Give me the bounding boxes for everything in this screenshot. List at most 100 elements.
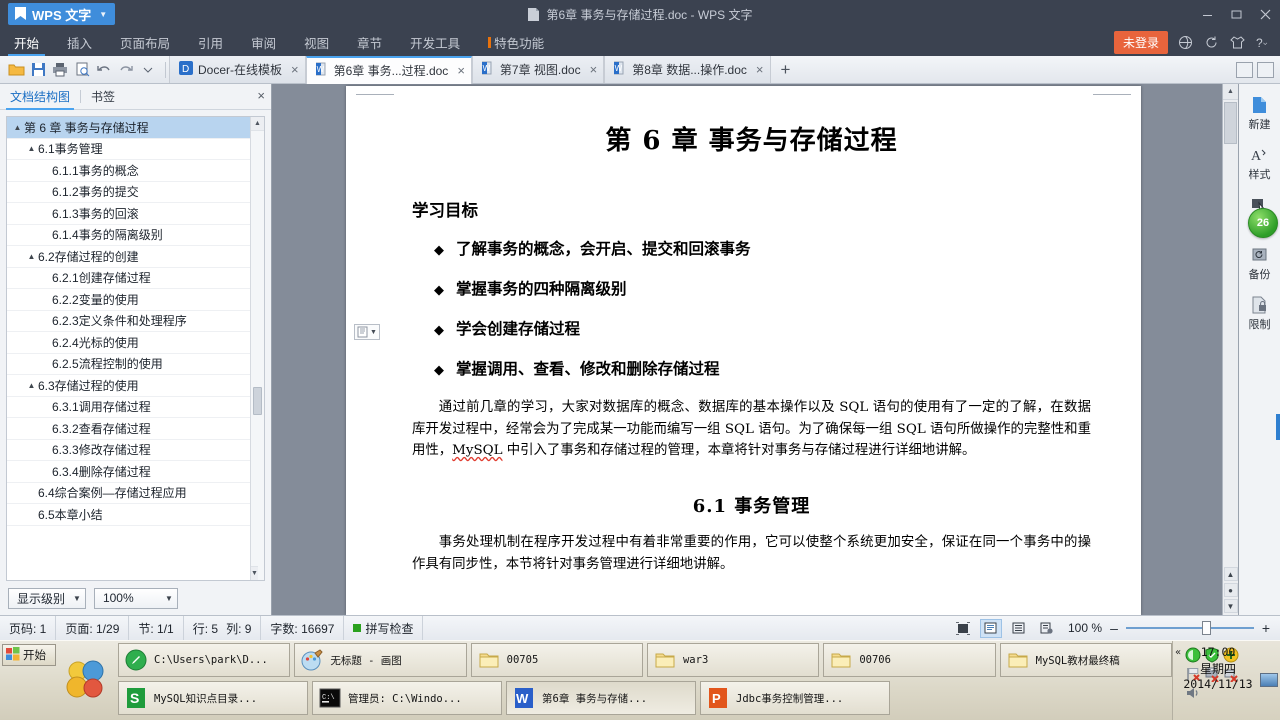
doc-tab-docer[interactable]: D Docer-在线模板 × — [169, 56, 306, 83]
show-desktop-button[interactable] — [1260, 673, 1278, 687]
status-page-number[interactable]: 页码: 1 — [0, 616, 56, 640]
tree-item-6-4[interactable]: 6.4综合案例—存储过程应用 — [7, 483, 250, 505]
expand-arrow-icon[interactable]: ▲ — [25, 252, 38, 261]
refresh-icon[interactable] — [1202, 33, 1220, 51]
task-button-folder-00706[interactable]: 00706 — [823, 643, 995, 677]
document-page[interactable]: ▼ 第 6 章 事务与存储过程 学习目标 ◆ 了解事务的概念，会开启、提交和回滚… — [346, 86, 1141, 615]
task-button-folder-war3[interactable]: war3 — [647, 643, 819, 677]
ribbon-tab-review[interactable]: 审阅 — [237, 28, 290, 56]
outline-view-button[interactable] — [1008, 619, 1030, 638]
tree-item-6-2-2[interactable]: 6.2.2变量的使用 — [7, 289, 250, 311]
redo-icon[interactable] — [116, 60, 136, 80]
open-icon[interactable] — [6, 60, 26, 80]
close-icon[interactable]: × — [590, 62, 598, 77]
tree-item-6-2-4[interactable]: 6.2.4光标的使用 — [7, 332, 250, 354]
paste-options-button[interactable]: ▼ — [354, 324, 380, 340]
tree-item-6-3-4[interactable]: 6.3.4删除存储过程 — [7, 461, 250, 483]
scroll-down-icon[interactable]: ▼ — [251, 566, 258, 580]
task-button-wps-writer[interactable]: W 第6章 事务与存储... — [506, 681, 696, 715]
tree-item-6-3-2[interactable]: 6.3.2查看存储过程 — [7, 418, 250, 440]
split-window-icon[interactable] — [1257, 62, 1274, 78]
tree-item-6-1-1[interactable]: 6.1.1事务的概念 — [7, 160, 250, 182]
ribbon-tab-developer[interactable]: 开发工具 — [396, 28, 474, 56]
ribbon-tab-special-features[interactable]: 特色功能 — [474, 28, 558, 56]
rail-item-backup[interactable]: 备份 — [1239, 240, 1280, 288]
task-button-paint[interactable]: 无标题 - 画图 — [294, 643, 466, 677]
close-icon[interactable]: × — [291, 62, 299, 77]
zoom-slider[interactable] — [1126, 621, 1254, 635]
status-word-count[interactable]: 字数: 16697 — [261, 616, 344, 640]
ribbon-tab-chapter[interactable]: 章节 — [343, 28, 396, 56]
scrollbar-thumb[interactable] — [253, 387, 262, 415]
tree-item-6-3-3[interactable]: 6.3.3修改存储过程 — [7, 440, 250, 462]
tree-item-chapter6[interactable]: ▲ 第 6 章 事务与存储过程 — [7, 117, 250, 139]
status-section[interactable]: 节: 1/1 — [129, 616, 183, 640]
help-icon[interactable]: ? — [1254, 33, 1272, 51]
page-layout-view-button[interactable] — [980, 619, 1002, 638]
ribbon-tab-references[interactable]: 引用 — [184, 28, 237, 56]
tree-item-6-3[interactable]: ▲ 6.3存储过程的使用 — [7, 375, 250, 397]
tree-item-6-1-2[interactable]: 6.1.2事务的提交 — [7, 182, 250, 204]
print-icon[interactable] — [50, 60, 70, 80]
customize-quick-access-icon[interactable] — [138, 60, 158, 80]
tree-item-6-2-1[interactable]: 6.2.1创建存储过程 — [7, 268, 250, 290]
scroll-up-icon[interactable]: ▲ — [251, 117, 264, 131]
status-spellcheck[interactable]: 拼写检查 — [344, 616, 423, 640]
scroll-up-icon[interactable]: ▲ — [1223, 84, 1238, 100]
select-browse-object-icon[interactable]: ● — [1224, 583, 1238, 597]
tab-bookmarks[interactable]: 书签 — [81, 84, 125, 109]
ribbon-tab-home[interactable]: 开始 — [0, 28, 53, 56]
rail-item-new[interactable]: 新建 — [1239, 90, 1280, 138]
close-icon[interactable]: × — [756, 62, 764, 77]
scrollbar-thumb[interactable] — [1224, 102, 1237, 144]
new-tab-button[interactable]: + — [771, 56, 801, 83]
task-button-notepad[interactable]: C:\Users\park\D... — [118, 643, 290, 677]
tree-item-6-2-5[interactable]: 6.2.5流程控制的使用 — [7, 354, 250, 376]
tree-item-6-5[interactable]: 6.5本章小结 — [7, 504, 250, 526]
task-button-presentation[interactable]: P Jdbc事务控制管理... — [700, 681, 890, 715]
previous-page-icon[interactable]: ▲ — [1224, 567, 1238, 581]
minimize-button[interactable] — [1193, 0, 1222, 28]
start-button[interactable]: 开始 — [2, 644, 56, 666]
tree-scrollbar[interactable]: ▲ ▼ — [250, 117, 264, 580]
chevron-down-icon[interactable]: ▼ — [370, 329, 377, 336]
save-icon[interactable] — [28, 60, 48, 80]
notification-badge[interactable]: 26 — [1248, 208, 1278, 238]
display-level-dropdown[interactable]: 显示级别 ▼ — [8, 588, 86, 609]
map-zoom-dropdown[interactable]: 100% ▼ — [94, 588, 178, 609]
expand-arrow-icon[interactable]: ▲ — [11, 123, 24, 132]
tree-item-6-2[interactable]: ▲ 6.2存储过程的创建 — [7, 246, 250, 268]
close-button[interactable] — [1251, 0, 1280, 28]
print-preview-icon[interactable] — [72, 60, 92, 80]
task-button-spreadsheet[interactable]: S MySQL知识点目录... — [118, 681, 308, 715]
tree-item-6-2-3[interactable]: 6.2.3定义条件和处理程序 — [7, 311, 250, 333]
login-status-button[interactable]: 未登录 — [1114, 31, 1168, 54]
rail-item-styles[interactable]: A 样式 — [1239, 140, 1280, 188]
undo-icon[interactable] — [94, 60, 114, 80]
doc-tab-chapter7[interactable]: W 第7章 视图.doc × — [472, 56, 604, 83]
globe-icon[interactable] — [1176, 33, 1194, 51]
tree-item-6-3-1[interactable]: 6.3.1调用存储过程 — [7, 397, 250, 419]
document-canvas[interactable]: ▼ 第 6 章 事务与存储过程 学习目标 ◆ 了解事务的概念，会开启、提交和回滚… — [272, 84, 1238, 615]
maximize-button[interactable] — [1222, 0, 1251, 28]
document-vertical-scrollbar[interactable]: ▲ ▲ ● ▼ — [1222, 84, 1238, 615]
tree-item-6-1-4[interactable]: 6.1.4事务的隔离级别 — [7, 225, 250, 247]
taskbar-clock[interactable]: 17:00 星期四 2014/11/13 — [1178, 645, 1258, 692]
status-page-of[interactable]: 页面: 1/29 — [56, 616, 129, 640]
task-button-folder-mysql-textbook[interactable]: MySQL教材最终稿 — [1000, 643, 1172, 677]
doc-tab-chapter6[interactable]: W 第6章 事务...过程.doc × — [306, 56, 472, 84]
task-button-cmd[interactable]: C:\ 管理员: C:\Windo... — [312, 681, 502, 715]
expand-arrow-icon[interactable]: ▲ — [25, 144, 38, 153]
zoom-out-button[interactable]: – — [1108, 620, 1120, 636]
rail-item-restrict[interactable]: 限制 — [1239, 290, 1280, 338]
tree-item-6-1[interactable]: ▲ 6.1事务管理 — [7, 139, 250, 161]
restore-window-icon[interactable] — [1236, 62, 1253, 78]
expand-arrow-icon[interactable]: ▲ — [25, 381, 38, 390]
close-icon[interactable]: × — [457, 63, 465, 78]
zoom-level-label[interactable]: 100 % — [1068, 621, 1102, 635]
ribbon-tab-view[interactable]: 视图 — [290, 28, 343, 56]
skin-icon[interactable] — [1228, 33, 1246, 51]
close-navigation-pane-icon[interactable]: × — [257, 88, 265, 103]
zoom-in-button[interactable]: + — [1260, 620, 1272, 636]
status-column[interactable]: 列: 9 — [222, 616, 261, 640]
